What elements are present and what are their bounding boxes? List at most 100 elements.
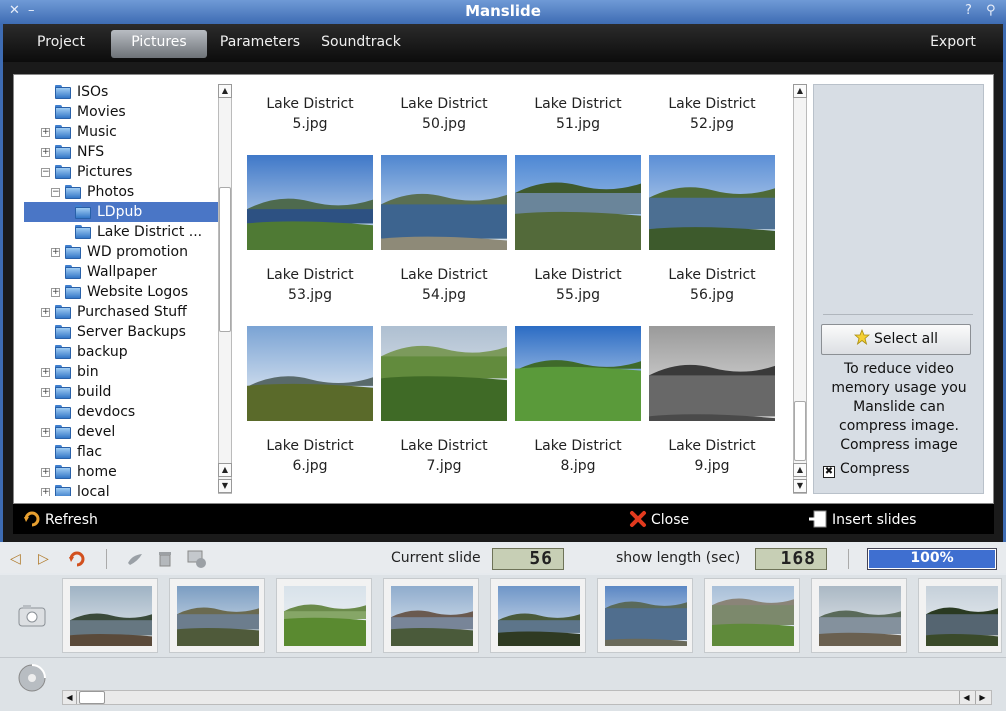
expand-icon[interactable]: + [41, 388, 50, 397]
scroll-up-icon[interactable]: ▲ [793, 84, 807, 98]
folder-tree-item[interactable]: flac [24, 442, 218, 462]
scroll-up-icon[interactable]: ▲ [218, 84, 232, 98]
image-thumbnail[interactable] [649, 155, 775, 250]
expand-icon[interactable]: + [41, 368, 50, 377]
slide-thumbnail[interactable] [811, 578, 907, 653]
tree-scroll-thumb[interactable] [219, 187, 231, 332]
folder-tree-item[interactable]: + bin [24, 362, 218, 382]
expand-icon[interactable]: + [41, 428, 50, 437]
pin-icon[interactable]: ⚲ [986, 3, 996, 18]
timeline-scroll-thumb[interactable] [79, 691, 105, 704]
tab-project[interactable]: Project [25, 32, 97, 58]
folder-tree-item[interactable]: + home [24, 462, 218, 482]
slide-thumbnail[interactable] [597, 578, 693, 653]
folder-tree[interactable]: ISOs Movies + Music + NFS − Pictures − Photos LDpu… [24, 82, 218, 496]
slide-thumbnail[interactable] [62, 578, 158, 653]
scroll-down-icon[interactable]: ▼ [218, 479, 232, 493]
close-button[interactable]: Close [629, 510, 689, 528]
thumbnail-image [649, 155, 775, 250]
image-thumbnail[interactable] [515, 326, 641, 421]
scroll-up-icon[interactable]: ▲ [218, 463, 232, 477]
expand-icon[interactable]: + [41, 148, 50, 157]
folder-tree-item[interactable]: + local [24, 482, 218, 496]
folder-tree-item[interactable]: Server Backups [24, 322, 218, 342]
image-caption: Lake District 6.jpg [243, 436, 377, 476]
image-thumbnail[interactable] [381, 326, 507, 421]
timeline-scrollbar[interactable]: ◀ ◀ ▶ [62, 690, 992, 705]
expand-icon[interactable]: + [41, 468, 50, 477]
image-thumbnail[interactable] [649, 326, 775, 421]
folder-label: bin [77, 364, 99, 380]
folder-icon [55, 345, 71, 359]
image-thumbnail[interactable] [247, 155, 373, 250]
slide-thumbnail[interactable] [169, 578, 265, 653]
folder-label: devdocs [77, 404, 136, 420]
folder-tree-item[interactable]: − Photos [24, 182, 218, 202]
image-caption-title: Lake District [266, 438, 354, 454]
scroll-down-icon[interactable]: ▼ [793, 479, 807, 493]
select-all-button[interactable]: Select all [821, 324, 971, 355]
brush-icon[interactable] [126, 551, 144, 567]
folder-tree-scrollbar[interactable]: ▲ ▲ ▼ [218, 84, 232, 494]
folder-tree-item[interactable]: + Purchased Stuff [24, 302, 218, 322]
folder-tree-item[interactable]: + build [24, 382, 218, 402]
tab-pictures[interactable]: Pictures [111, 30, 207, 58]
folder-tree-item[interactable]: Movies [24, 102, 218, 122]
scroll-up-icon[interactable]: ▲ [793, 463, 807, 477]
refresh-button[interactable]: Refresh [23, 510, 98, 528]
image-filename: 7.jpg [426, 458, 462, 474]
folder-tree-item[interactable]: backup [24, 342, 218, 362]
slide-thumbnail[interactable] [276, 578, 372, 653]
folder-tree-item[interactable]: + WD promotion [24, 242, 218, 262]
slide-thumbnail[interactable] [490, 578, 586, 653]
folder-tree-item[interactable]: + Music [24, 122, 218, 142]
trash-icon[interactable] [158, 551, 172, 567]
folder-tree-item[interactable]: + Website Logos [24, 282, 218, 302]
expand-icon[interactable]: + [41, 308, 50, 317]
compress-checkbox[interactable]: ✖ [823, 466, 835, 478]
slide-thumbnail[interactable] [918, 578, 1002, 653]
image-grid-scrollbar[interactable]: ▲ ▲ ▼ [793, 84, 807, 494]
slide-thumbnail[interactable] [383, 578, 479, 653]
previous-icon[interactable]: ◁ [10, 551, 21, 567]
refresh-slides-icon[interactable] [68, 550, 86, 568]
folder-tree-item[interactable]: − Pictures [24, 162, 218, 182]
next-icon[interactable]: ▷ [38, 551, 49, 567]
folder-tree-item[interactable]: Wallpaper [24, 262, 218, 282]
expand-icon[interactable]: + [51, 248, 60, 257]
image-caption: Lake District 8.jpg [511, 436, 645, 476]
tab-parameters[interactable]: Parameters [215, 32, 305, 58]
tab-soundtrack[interactable]: Soundtrack [315, 32, 407, 58]
image-thumbnail[interactable] [247, 326, 373, 421]
slide-image [70, 586, 152, 646]
expand-icon[interactable]: + [41, 128, 50, 137]
tab-export[interactable]: Export [921, 32, 985, 58]
scroll-right-icon[interactable]: ▶ [975, 691, 989, 704]
grid-scroll-thumb[interactable] [794, 401, 806, 461]
help-icon[interactable]: ? [965, 3, 972, 18]
insert-slides-button[interactable]: Insert slides [808, 510, 916, 528]
compress-label: Compress [840, 461, 910, 477]
scroll-left-icon[interactable]: ◀ [959, 691, 973, 704]
folder-tree-item[interactable]: LDpub [24, 202, 218, 222]
folder-icon [55, 165, 71, 179]
image-thumbnail[interactable] [515, 155, 641, 250]
slide-thumbnail[interactable] [704, 578, 800, 653]
expand-icon[interactable]: + [51, 288, 60, 297]
folder-tree-item[interactable]: Lake District ... [24, 222, 218, 242]
compress-checkbox-row[interactable]: ✖ Compress [823, 460, 983, 478]
collapse-icon[interactable]: − [51, 188, 60, 197]
image-thumbnail[interactable] [381, 155, 507, 250]
folder-tree-item[interactable]: + devel [24, 422, 218, 442]
expand-icon[interactable]: + [41, 488, 50, 496]
scroll-left-icon[interactable]: ◀ [63, 691, 77, 704]
folder-tree-item[interactable]: devdocs [24, 402, 218, 422]
folder-tree-item[interactable]: + NFS [24, 142, 218, 162]
slide-image [391, 586, 473, 646]
folder-icon [55, 325, 71, 339]
image-grid[interactable]: Lake District 5.jpg Lake District 50.jpg Lak… [240, 82, 790, 496]
slide-image [605, 586, 687, 646]
image-settings-icon[interactable] [187, 549, 207, 569]
folder-tree-item[interactable]: ISOs [24, 82, 218, 102]
collapse-icon[interactable]: − [41, 168, 50, 177]
